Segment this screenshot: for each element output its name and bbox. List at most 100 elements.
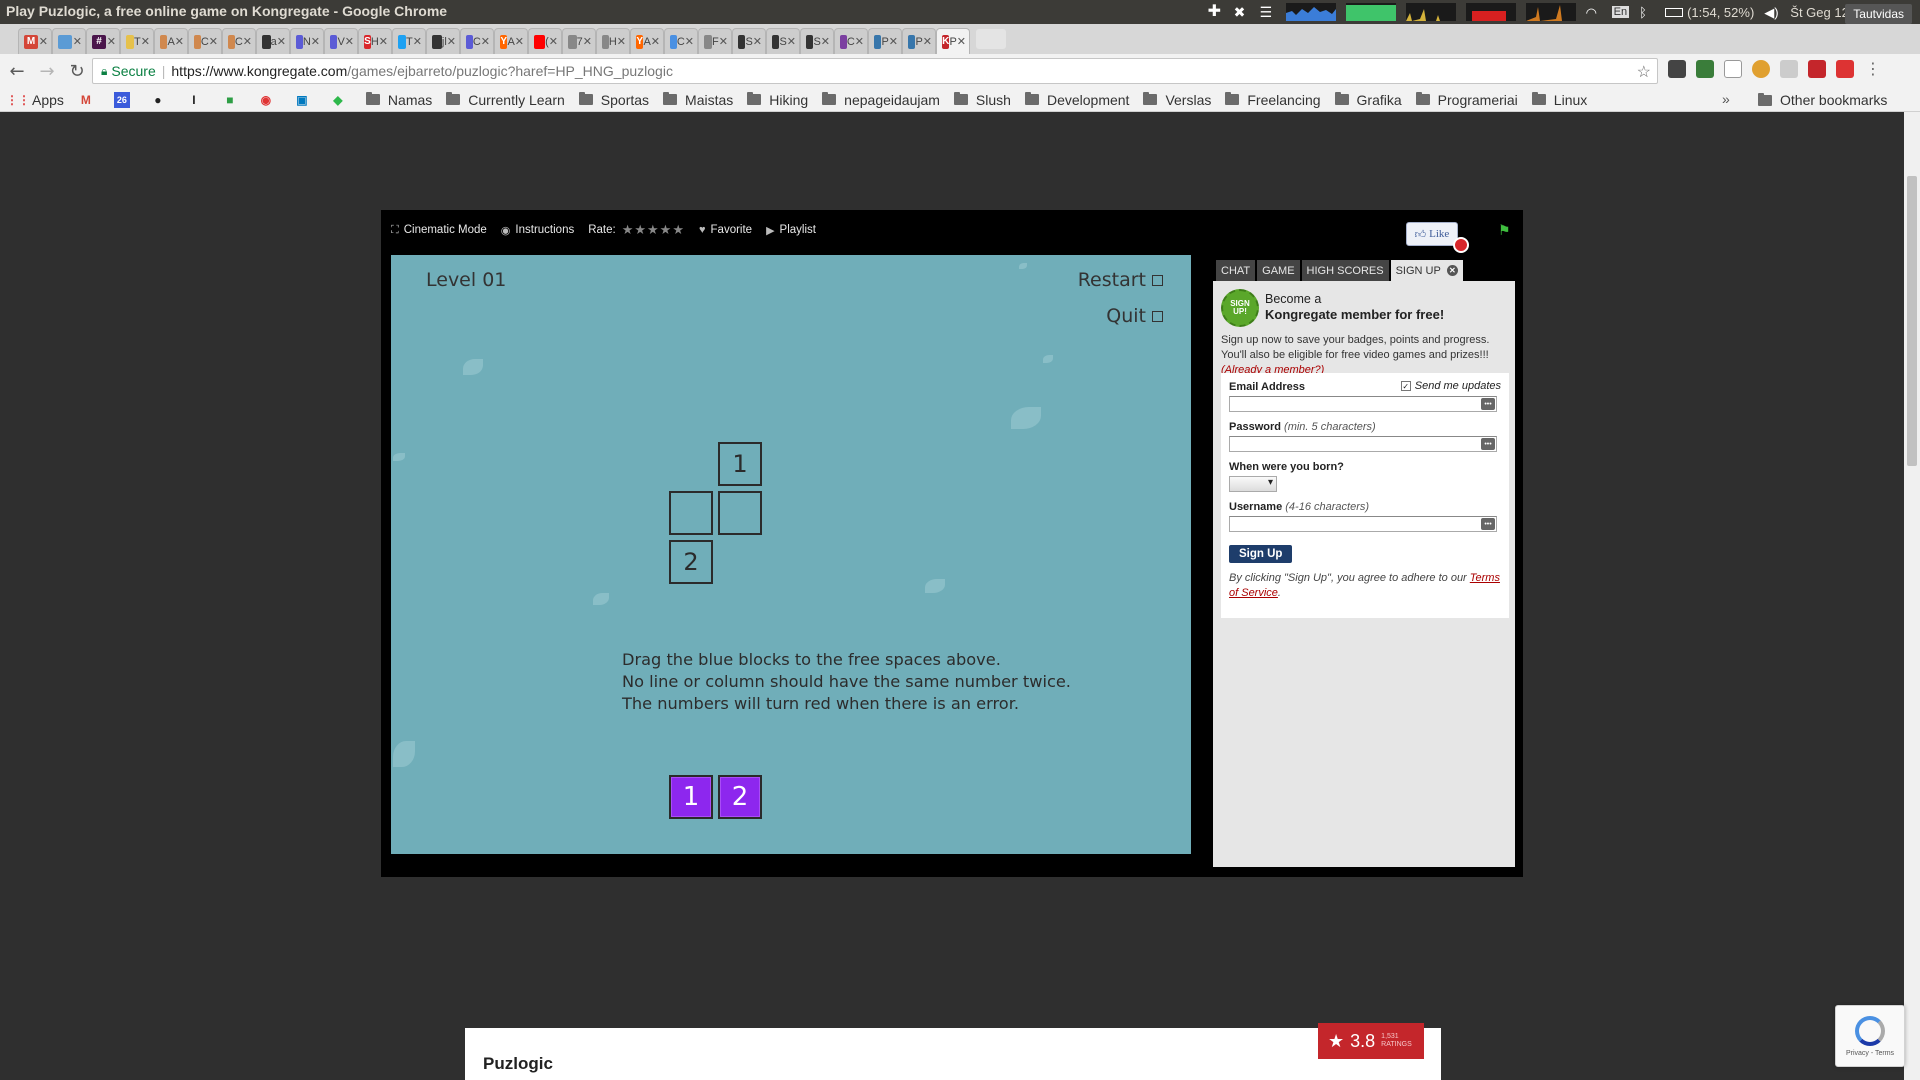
tab-close-icon[interactable]: ✕: [889, 35, 898, 48]
tab-close-icon[interactable]: ✕: [515, 35, 524, 48]
tab-close-icon[interactable]: ✕: [413, 35, 422, 48]
extension-icon[interactable]: [1836, 60, 1854, 78]
bookmark-folder[interactable]: Maistas: [663, 92, 733, 108]
browser-tab[interactable]: C ✕: [460, 28, 494, 54]
scrollbar-thumb[interactable]: [1907, 176, 1917, 466]
browser-tab[interactable]: K P ✕: [936, 28, 970, 54]
favorite-button[interactable]: ♥ Favorite: [699, 224, 752, 236]
browser-tab[interactable]: S ✕: [766, 28, 800, 54]
playlist-button[interactable]: ▶ Playlist: [766, 224, 816, 237]
tab-close-icon[interactable]: ✕: [345, 35, 354, 48]
bookmark-folder[interactable]: Verslas: [1143, 92, 1211, 108]
password-manager-icon[interactable]: •••: [1481, 438, 1495, 450]
extension-icon[interactable]: [1668, 60, 1686, 78]
browser-tab[interactable]: M ✕: [18, 28, 52, 54]
battery-status[interactable]: (1:54, 52%): [1665, 5, 1754, 20]
other-bookmarks-folder[interactable]: Other bookmarks: [1758, 88, 1887, 112]
browser-tab[interactable]: S H ✕: [358, 28, 392, 54]
tab-close-icon[interactable]: ✕: [141, 35, 150, 48]
profile-button[interactable]: Tautvidas: [1845, 4, 1912, 24]
scrollbar[interactable]: [1904, 112, 1920, 1080]
browser-tab[interactable]: Y A ✕: [494, 28, 528, 54]
tab-close-icon[interactable]: ✕: [73, 35, 82, 48]
bookmark-folder[interactable]: Sportas: [578, 92, 649, 108]
bookmark-item[interactable]: ●: [150, 92, 172, 108]
board-cell-empty[interactable]: [718, 491, 762, 535]
bookmark-item[interactable]: ■: [222, 92, 244, 108]
number-block[interactable]: 2: [718, 775, 762, 819]
browser-tab[interactable]: # ✕: [86, 28, 120, 54]
reload-button[interactable]: ↻: [64, 58, 90, 84]
extension-icon[interactable]: [1724, 60, 1742, 78]
tab-close-icon[interactable]: ✕: [107, 35, 116, 48]
tab-sign-up[interactable]: SIGN UP ✕: [1390, 260, 1463, 281]
browser-tab[interactable]: C ✕: [834, 28, 868, 54]
bookmark-folder[interactable]: Programeriai: [1415, 92, 1518, 108]
cinematic-mode-button[interactable]: ⛶ Cinematic Mode: [391, 224, 487, 237]
bookmark-folder[interactable]: Freelancing: [1225, 92, 1321, 108]
browser-tab[interactable]: T ✕: [120, 28, 154, 54]
close-icon[interactable]: ✕: [1446, 265, 1458, 276]
extension-icon[interactable]: [1780, 60, 1798, 78]
browser-tab[interactable]: S ✕: [732, 28, 766, 54]
checkbox-checked-icon[interactable]: ✓: [1400, 381, 1411, 391]
tab-close-icon[interactable]: ✕: [277, 35, 286, 48]
recaptcha-links[interactable]: Privacy - Terms: [1846, 1050, 1894, 1057]
tab-close-icon[interactable]: ✕: [447, 35, 456, 48]
volume-icon[interactable]: ◀): [1764, 5, 1780, 20]
browser-tab[interactable]: Y A ✕: [630, 28, 664, 54]
extension-icon[interactable]: [1696, 60, 1714, 78]
birth-date-select[interactable]: [1229, 476, 1277, 492]
game-canvas[interactable]: Level 01 Restart Quit 12 Drag the blue b…: [391, 255, 1191, 854]
browser-tab[interactable]: N ✕: [290, 28, 324, 54]
tab-close-icon[interactable]: ✕: [583, 35, 592, 48]
tab-close-icon[interactable]: ✕: [957, 35, 966, 48]
browser-tab[interactable]: (✕: [528, 28, 562, 54]
bookmark-item[interactable]: ◆: [330, 92, 352, 108]
address-bar[interactable]: 🔒︎ Secure | https://www.kongregate.com /…: [92, 58, 1658, 84]
tab-chat[interactable]: CHAT: [1216, 260, 1256, 281]
browser-tab[interactable]: F ✕: [698, 28, 732, 54]
tab-close-icon[interactable]: ✕: [175, 35, 184, 48]
dropbox-icon[interactable]: ✚: [1208, 4, 1224, 20]
browser-tab[interactable]: P ✕: [868, 28, 902, 54]
bookmark-item[interactable]: ◉: [258, 92, 280, 108]
flag-icon[interactable]: ⚑: [1498, 223, 1511, 239]
bookmark-folder[interactable]: Hiking: [747, 92, 808, 108]
browser-tab[interactable]: jl ✕: [426, 28, 460, 54]
bookmark-folder[interactable]: Linux: [1531, 92, 1587, 108]
tab-close-icon[interactable]: ✕: [821, 35, 830, 48]
tab-close-icon[interactable]: ✕: [379, 35, 388, 48]
browser-tab[interactable]: C ✕: [222, 28, 256, 54]
tab-close-icon[interactable]: ✕: [243, 35, 252, 48]
bookmark-item[interactable]: ⋮⋮ Apps: [6, 92, 64, 108]
browser-tab[interactable]: a ✕: [256, 28, 290, 54]
browser-tab[interactable]: V ✕: [324, 28, 358, 54]
browser-tab[interactable]: ✕: [52, 28, 86, 54]
tab-close-icon[interactable]: ✕: [855, 35, 864, 48]
browser-tab[interactable]: A ✕: [154, 28, 188, 54]
bookmark-star-icon[interactable]: ☆: [1637, 62, 1651, 82]
tab-close-icon[interactable]: ✕: [685, 35, 694, 48]
bookmark-folder[interactable]: Development: [1024, 92, 1129, 108]
menu-icon[interactable]: ⋮: [1864, 60, 1882, 78]
email-field[interactable]: •••: [1229, 396, 1497, 412]
bookmark-item[interactable]: M: [78, 92, 100, 108]
tab-close-icon[interactable]: ✕: [923, 35, 932, 48]
back-button[interactable]: ←: [4, 58, 30, 84]
password-manager-icon[interactable]: •••: [1481, 518, 1495, 530]
browser-tab[interactable]: 7 ✕: [562, 28, 596, 54]
bookmarks-overflow-button[interactable]: »: [1722, 91, 1730, 107]
browser-tab[interactable]: P ✕: [902, 28, 936, 54]
bookmark-folder[interactable]: nepageidaujam: [822, 92, 940, 108]
bookmark-folder[interactable]: Currently Learn: [446, 92, 565, 108]
bookmark-item[interactable]: I: [186, 92, 208, 108]
forward-button[interactable]: →: [34, 58, 60, 84]
quit-button[interactable]: Quit: [1106, 305, 1163, 327]
rating-stars[interactable]: ★★★★★: [622, 222, 685, 238]
browser-tab[interactable]: S ✕: [800, 28, 834, 54]
tab-close-icon[interactable]: ✕: [617, 35, 626, 48]
menu-icon[interactable]: ☰: [1260, 5, 1276, 19]
tab-high-scores[interactable]: HIGH SCORES: [1301, 260, 1389, 281]
recaptcha-badge[interactable]: Privacy - Terms: [1835, 1005, 1905, 1067]
